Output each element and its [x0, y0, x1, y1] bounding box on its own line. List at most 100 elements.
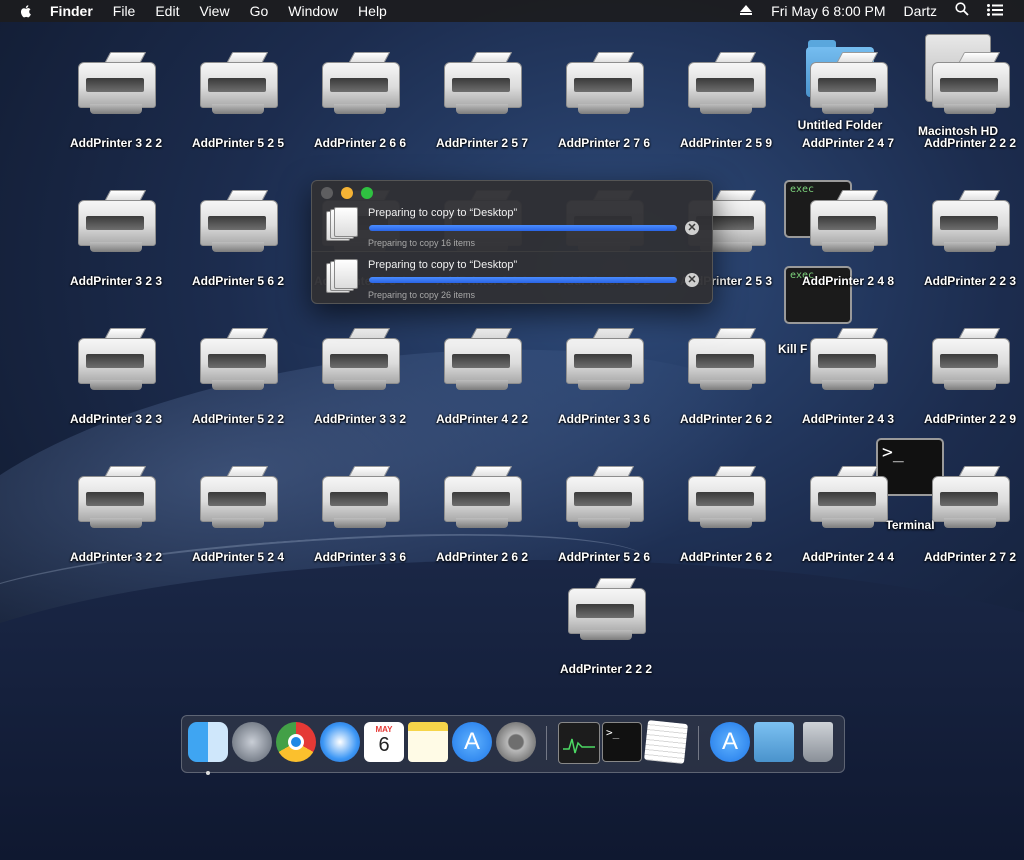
- desktop-icon-printer[interactable]: AddPrinter 2 2 2: [556, 578, 656, 676]
- desktop-icon-label: AddPrinter 2 5 9: [679, 136, 773, 150]
- desktop-icon-printer[interactable]: AddPrinter 5 2 5: [188, 52, 288, 150]
- cancel-copy-button[interactable]: ✕: [685, 221, 699, 235]
- desktop-icon-printer[interactable]: AddPrinter 2 4 8: [798, 190, 898, 288]
- eject-icon[interactable]: [730, 0, 762, 22]
- apple-icon[interactable]: [18, 3, 34, 19]
- copy-job: Preparing to copy to “Desktop” Preparing…: [312, 203, 712, 251]
- menu-help[interactable]: Help: [348, 0, 397, 22]
- dock-safari-icon[interactable]: [320, 722, 360, 762]
- dock-chrome-icon[interactable]: [276, 722, 316, 762]
- cancel-copy-button[interactable]: ✕: [685, 273, 699, 287]
- desktop-icon-printer[interactable]: AddPrinter 2 4 7: [798, 52, 898, 150]
- printer-icon: [442, 52, 522, 118]
- desktop-icon-label: AddPrinter 2 4 3: [801, 412, 895, 426]
- dock-app-store-icon[interactable]: A: [452, 722, 492, 762]
- dock-downloads-icon[interactable]: A: [710, 722, 750, 762]
- desktop-icon-printer[interactable]: AddPrinter 2 6 2: [432, 466, 532, 564]
- dock-trash-icon[interactable]: [803, 722, 833, 762]
- dock-notes-icon[interactable]: [408, 722, 448, 762]
- dock-terminal-icon[interactable]: >_: [602, 722, 642, 762]
- menu-window[interactable]: Window: [278, 0, 348, 22]
- menu-file[interactable]: File: [103, 0, 146, 22]
- copy-job: Preparing to copy to “Desktop” Preparing…: [312, 255, 712, 303]
- dock-folder-icon[interactable]: [754, 722, 794, 762]
- printer-icon: [930, 328, 1010, 394]
- desktop-icon-printer[interactable]: AddPrinter 2 2 9: [920, 328, 1020, 426]
- printer-icon: [76, 52, 156, 118]
- printer-icon: [76, 190, 156, 256]
- printer-icon: [76, 328, 156, 394]
- printer-icon: [320, 52, 400, 118]
- desktop-icon-label: AddPrinter 4 2 2: [435, 412, 529, 426]
- printer-icon: [808, 466, 888, 532]
- dock-textedit-icon[interactable]: [644, 720, 688, 764]
- desktop-icon-printer[interactable]: AddPrinter 5 2 4: [188, 466, 288, 564]
- desktop-icon-printer[interactable]: AddPrinter 2 6 2: [676, 466, 776, 564]
- printer-icon: [686, 328, 766, 394]
- desktop-icon-printer[interactable]: AddPrinter 2 4 3: [798, 328, 898, 426]
- menu-go[interactable]: Go: [240, 0, 279, 22]
- printer-icon: [442, 328, 522, 394]
- desktop-icon-label: AddPrinter 2 2 2: [559, 662, 653, 676]
- menu-edit[interactable]: Edit: [145, 0, 189, 22]
- window-close-button[interactable]: [321, 187, 333, 199]
- menu-bar: Finder File Edit View Go Window Help Fri…: [0, 0, 1024, 22]
- printer-icon: [564, 52, 644, 118]
- printer-icon: [686, 466, 766, 532]
- desktop-icon-printer[interactable]: AddPrinter 3 2 2: [66, 52, 166, 150]
- desktop-icon-printer[interactable]: AddPrinter 2 5 9: [676, 52, 776, 150]
- desktop-icon-printer[interactable]: AddPrinter 2 7 2: [920, 466, 1020, 564]
- desktop-icon-label: AddPrinter 5 2 5: [191, 136, 285, 150]
- dock-finder-icon[interactable]: [188, 722, 228, 775]
- desktop-icon-label: AddPrinter 3 2 3: [69, 412, 163, 426]
- desktop-icon-printer[interactable]: AddPrinter 2 2 3: [920, 190, 1020, 288]
- desktop-icon-printer[interactable]: AddPrinter 5 2 2: [188, 328, 288, 426]
- desktop-icon-printer[interactable]: AddPrinter 2 2 2: [920, 52, 1020, 150]
- window-minimize-button[interactable]: [341, 187, 353, 199]
- desktop-icon-printer[interactable]: AddPrinter 3 3 2: [310, 328, 410, 426]
- desktop-icon-printer[interactable]: AddPrinter 3 3 6: [554, 328, 654, 426]
- calendar-month: MAY: [375, 725, 393, 734]
- desktop-icon-printer[interactable]: AddPrinter 3 2 3: [66, 328, 166, 426]
- desktop-icon-printer[interactable]: AddPrinter 2 4 4: [798, 466, 898, 564]
- desktop-icon-printer[interactable]: AddPrinter 4 2 2: [432, 328, 532, 426]
- printer-icon: [198, 190, 278, 256]
- dock-calendar-icon[interactable]: MAY 6: [364, 722, 404, 762]
- desktop-icon-printer[interactable]: AddPrinter 2 6 6: [310, 52, 410, 150]
- menu-view[interactable]: View: [189, 0, 239, 22]
- dock-launchpad-icon[interactable]: [232, 722, 272, 762]
- desktop-icon-printer[interactable]: AddPrinter 2 5 7: [432, 52, 532, 150]
- copy-job-title: Preparing to copy to “Desktop”: [368, 259, 518, 271]
- menubar-user[interactable]: Dartz: [895, 0, 946, 22]
- window-zoom-button[interactable]: [361, 187, 373, 199]
- desktop-icon-label: AddPrinter 2 6 2: [435, 550, 529, 564]
- spotlight-search-icon[interactable]: [946, 0, 978, 22]
- menu-app-finder[interactable]: Finder: [40, 0, 103, 22]
- desktop-icon-printer[interactable]: AddPrinter 3 3 6: [310, 466, 410, 564]
- copy-progress-window[interactable]: Preparing to copy to “Desktop” Preparing…: [311, 180, 713, 304]
- desktop-icon-printer[interactable]: AddPrinter 5 6 2: [188, 190, 288, 288]
- desktop-icon-printer[interactable]: AddPrinter 3 2 3: [66, 190, 166, 288]
- copy-job-status: Preparing to copy 26 items: [368, 290, 476, 300]
- desktop-icon-printer[interactable]: AddPrinter 2 7 6: [554, 52, 654, 150]
- desktop-icon-label: AddPrinter 2 7 6: [557, 136, 651, 150]
- desktop-icon-printer[interactable]: AddPrinter 2 6 2: [676, 328, 776, 426]
- copy-progress-bar: [369, 277, 677, 283]
- notification-center-icon[interactable]: [978, 0, 1012, 22]
- copy-progress-bar: [369, 225, 677, 231]
- menubar-clock[interactable]: Fri May 6 8:00 PM: [762, 0, 894, 22]
- dock-activity-monitor-icon[interactable]: [558, 722, 600, 764]
- desktop-icon-label: AddPrinter 2 7 2: [923, 550, 1017, 564]
- desktop-icon-label: AddPrinter 3 3 6: [313, 550, 407, 564]
- desktop-icon-label: AddPrinter 2 2 3: [923, 274, 1017, 288]
- desktop-icon-label: AddPrinter 5 2 4: [191, 550, 285, 564]
- desktop-icon-printer[interactable]: AddPrinter 5 2 6: [554, 466, 654, 564]
- printer-icon: [76, 466, 156, 532]
- desktop-icon-printer[interactable]: AddPrinter 3 2 2: [66, 466, 166, 564]
- documents-icon: [326, 207, 358, 241]
- printer-icon: [808, 52, 888, 118]
- copy-job-title: Preparing to copy to “Desktop”: [368, 207, 518, 219]
- printer-icon: [930, 190, 1010, 256]
- dock-system-preferences-icon[interactable]: [496, 722, 536, 762]
- desktop-icon-label: AddPrinter 2 5 7: [435, 136, 529, 150]
